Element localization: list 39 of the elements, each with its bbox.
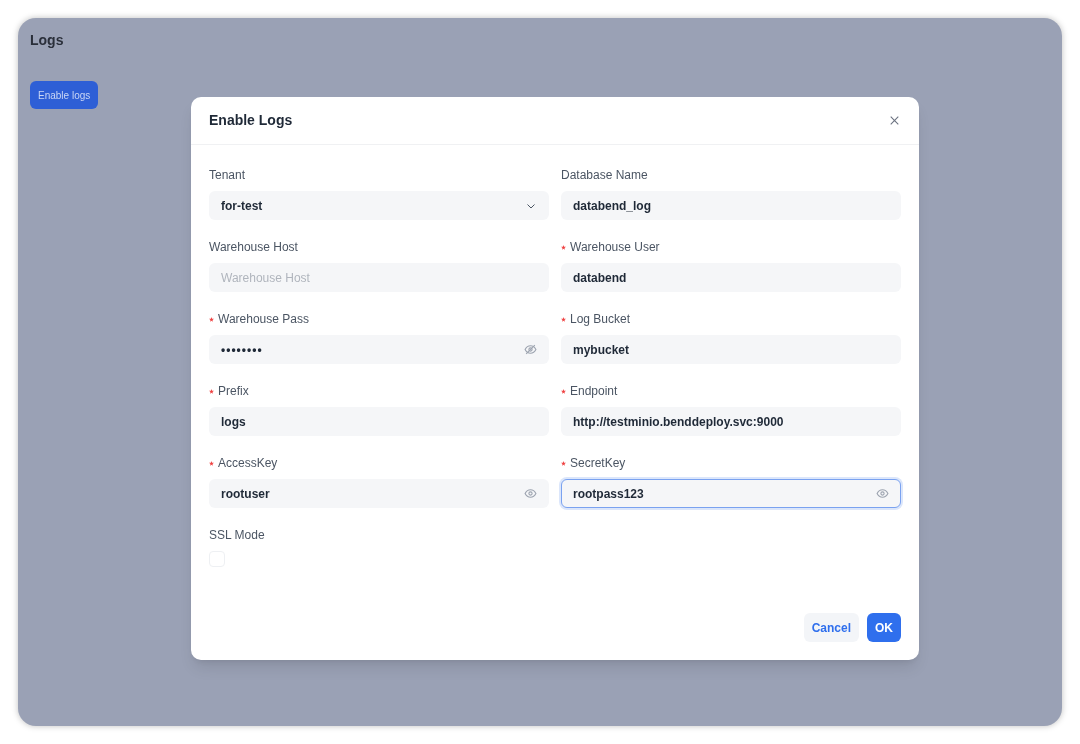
input-value: databend_log (573, 197, 652, 215)
input-field[interactable]: •••••••• (209, 335, 549, 364)
input-value: rootuser (221, 485, 271, 503)
field-label: Log Bucket (570, 311, 631, 328)
field-label: SSL Mode (209, 527, 265, 544)
input-field[interactable]: databend (561, 263, 901, 292)
field-label: Warehouse Pass (218, 311, 309, 328)
eye-off-icon[interactable] (524, 343, 537, 356)
input-value: mybucket (573, 341, 631, 359)
eye-icon[interactable] (876, 487, 889, 500)
input-field[interactable]: http://testminio.benddeploy.svc:9000 (561, 407, 901, 436)
tenant-select[interactable]: for-test (209, 191, 549, 220)
field-label: Endpoint (570, 383, 618, 400)
input-placeholder: Warehouse Host (221, 269, 311, 287)
input-field[interactable]: logs (209, 407, 549, 436)
input-value: •••••••• (221, 341, 264, 359)
input-field[interactable]: mybucket (561, 335, 901, 364)
input-field[interactable]: databend_log (561, 191, 901, 220)
input-field[interactable]: rootpass123 (561, 479, 901, 508)
field-label: SecretKey (570, 455, 626, 472)
enable-logs-button[interactable]: Enable logs (30, 81, 99, 109)
close-icon[interactable] (888, 114, 901, 127)
input-value: http://testminio.benddeploy.svc:9000 (573, 413, 785, 431)
input-field[interactable]: rootuser (209, 479, 549, 508)
cancel-button[interactable]: Cancel (803, 613, 859, 642)
page-title: Logs (30, 31, 65, 50)
field-label: Database Name (561, 167, 648, 184)
select-value: for-test (221, 197, 264, 215)
field-label: AccessKey (218, 455, 278, 472)
input-value: databend (573, 269, 628, 287)
ok-button[interactable]: OK (867, 613, 901, 642)
field-label: Prefix (218, 383, 249, 400)
field-label: Tenant (209, 167, 246, 184)
field-label: Warehouse Host (209, 239, 298, 256)
input-value: rootpass123 (573, 485, 645, 503)
field-label: Warehouse User (570, 239, 660, 256)
eye-icon[interactable] (524, 487, 537, 500)
dialog-title: Enable Logs (209, 111, 293, 130)
input-value: logs (221, 413, 247, 431)
